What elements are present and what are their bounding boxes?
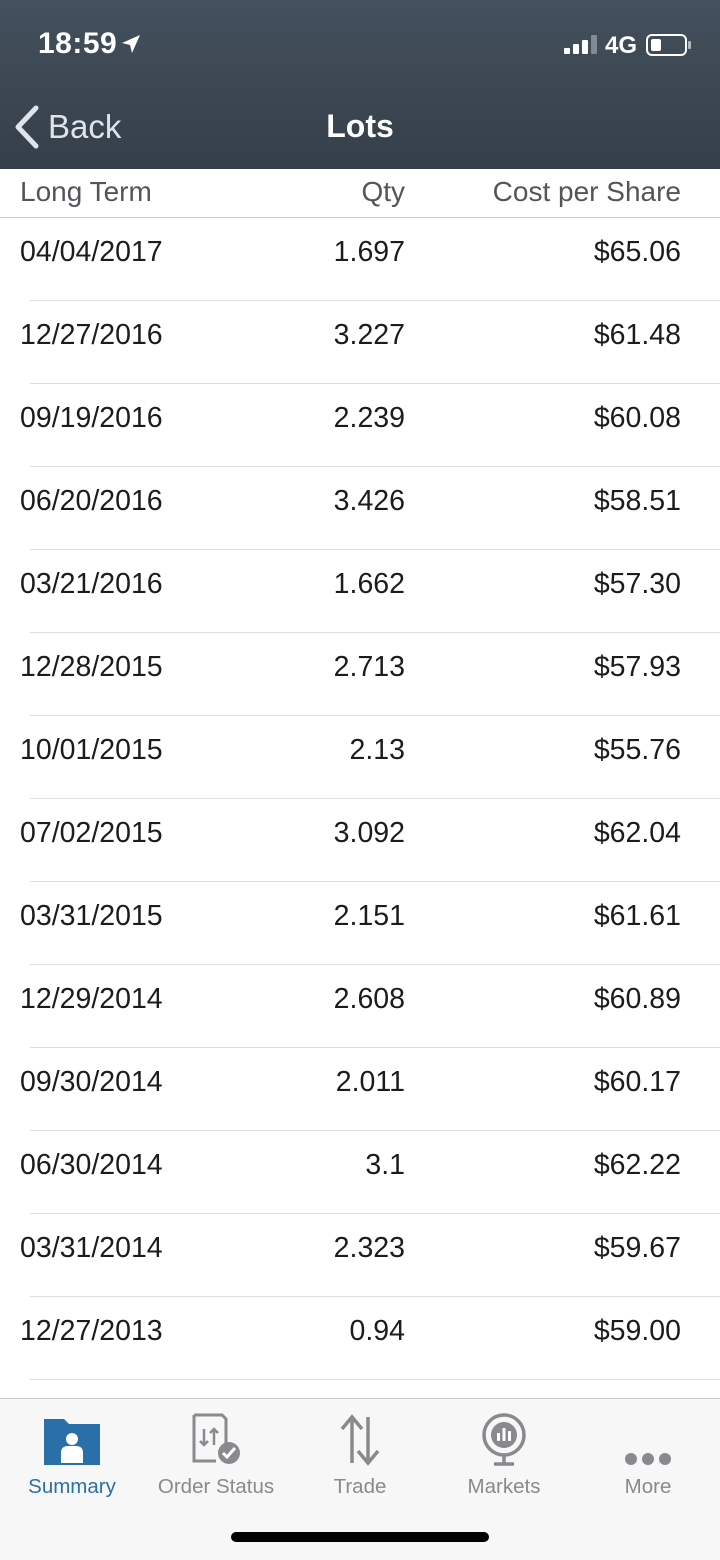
home-indicator: [231, 1532, 489, 1542]
lot-date: 10/01/2015: [20, 734, 163, 766]
lot-row[interactable]: 09/19/2016 2.239 $60.08: [0, 384, 720, 467]
lot-date: 03/31/2014: [20, 1232, 163, 1264]
markets-globe-icon: [482, 1413, 526, 1466]
more-dots-icon: [625, 1453, 671, 1465]
lot-row[interactable]: 03/21/2016 1.662 $57.30: [0, 550, 720, 633]
lot-date: 09/30/2014: [20, 1066, 163, 1098]
lot-date: 06/20/2016: [20, 485, 163, 517]
lot-date: 12/27/2016: [20, 319, 163, 351]
lot-qty: 3.426: [333, 485, 405, 517]
column-term-header: Long Term: [20, 176, 152, 207]
lot-row[interactable]: 03/31/2014 2.323 $59.67: [0, 1214, 720, 1297]
lot-qty: 2.608: [333, 983, 405, 1015]
lot-date: 03/31/2015: [20, 900, 163, 932]
lot-row[interactable]: 06/20/2016 3.426 $58.51: [0, 467, 720, 550]
order-status-icon: [192, 1413, 240, 1464]
lot-cost: $61.48: [593, 319, 681, 351]
lot-qty: 2.13: [349, 734, 405, 766]
column-header: Long Term Qty Cost per Share: [0, 169, 720, 218]
lot-row[interactable]: 10/01/2015 2.13 $55.76: [0, 716, 720, 799]
lot-row[interactable]: 06/30/2014 3.1 $62.22: [0, 1131, 720, 1214]
tab-label: Order Status: [157, 1475, 275, 1498]
lot-row[interactable]: 12/27/2016 3.227 $61.48: [0, 301, 720, 384]
lot-date: 06/30/2014: [20, 1149, 163, 1181]
lot-qty: 3.092: [333, 817, 405, 849]
lot-date: 12/29/2014: [20, 983, 163, 1015]
status-time: 18:59: [38, 27, 118, 60]
lot-date: 04/04/2017: [20, 236, 163, 268]
lot-cost: $65.06: [593, 236, 681, 268]
summary-folder-icon: [44, 1419, 100, 1465]
lot-cost: $62.04: [593, 817, 681, 849]
page-title: Lots: [326, 108, 394, 144]
lot-cost: $57.93: [593, 651, 681, 683]
tab-label: Trade: [333, 1475, 387, 1498]
lot-cost: $60.08: [593, 402, 681, 434]
network-type: 4G: [605, 32, 638, 59]
lot-row[interactable]: 04/04/2017 1.697 $65.06: [0, 218, 720, 301]
tab-label: Markets: [467, 1475, 541, 1498]
column-cost-header: Cost per Share: [492, 176, 681, 207]
lot-date: 09/19/2016: [20, 402, 163, 434]
lot-qty: 3.227: [333, 319, 405, 351]
lot-row[interactable]: 09/30/2014 2.011 $60.17: [0, 1048, 720, 1131]
tab-more[interactable]: More: [576, 1409, 720, 1499]
tab-label: Summary: [28, 1475, 116, 1498]
lot-qty: 1.697: [333, 236, 405, 268]
lot-cost: $60.17: [593, 1066, 681, 1098]
lot-cost: $62.22: [593, 1149, 681, 1181]
lot-date: 07/02/2015: [20, 817, 163, 849]
app-header: 18:59 4G Back Lots: [0, 0, 720, 169]
lot-row[interactable]: 12/27/2013 0.94 $59.00: [0, 1297, 720, 1380]
tab-label: More: [624, 1475, 672, 1498]
tab-order-status[interactable]: Order Status: [144, 1409, 288, 1499]
cellular-signal-icon: [564, 34, 598, 54]
location-arrow-icon: [122, 35, 140, 53]
battery-low-icon: [646, 34, 691, 56]
column-qty-header: Qty: [361, 176, 405, 207]
lot-qty: 2.011: [335, 1066, 405, 1098]
lot-qty: 2.323: [333, 1232, 405, 1264]
lot-cost: $58.51: [593, 485, 681, 517]
lot-date: 12/28/2015: [20, 651, 163, 683]
trade-arrows-icon: [340, 1414, 380, 1466]
lot-cost: $61.61: [593, 900, 681, 932]
lots-list: 04/04/2017 1.697 $65.06 12/27/2016 3.227…: [0, 218, 720, 1380]
lot-qty: 1.662: [333, 568, 405, 600]
lot-cost: $55.76: [593, 734, 681, 766]
tab-trade[interactable]: Trade: [288, 1409, 432, 1499]
lot-qty: 2.239: [333, 402, 405, 434]
lot-qty: 3.1: [365, 1149, 405, 1181]
lot-cost: $60.89: [593, 983, 681, 1015]
lot-cost: $57.30: [593, 568, 681, 600]
lot-qty: 2.151: [333, 900, 405, 932]
lot-row[interactable]: 12/29/2014 2.608 $60.89: [0, 965, 720, 1048]
lot-date: 12/27/2013: [20, 1315, 163, 1347]
lot-cost: $59.00: [593, 1315, 681, 1347]
lot-date: 03/21/2016: [20, 568, 163, 600]
lot-row[interactable]: 03/31/2015 2.151 $61.61: [0, 882, 720, 965]
lot-row[interactable]: 12/28/2015 2.713 $57.93: [0, 633, 720, 716]
lot-qty: 0.94: [349, 1315, 405, 1347]
lot-cost: $59.67: [593, 1232, 681, 1264]
lot-qty: 2.713: [333, 651, 405, 683]
tab-markets[interactable]: Markets: [432, 1409, 576, 1499]
lot-row[interactable]: 07/02/2015 3.092 $62.04: [0, 799, 720, 882]
tab-summary[interactable]: Summary: [0, 1409, 144, 1499]
